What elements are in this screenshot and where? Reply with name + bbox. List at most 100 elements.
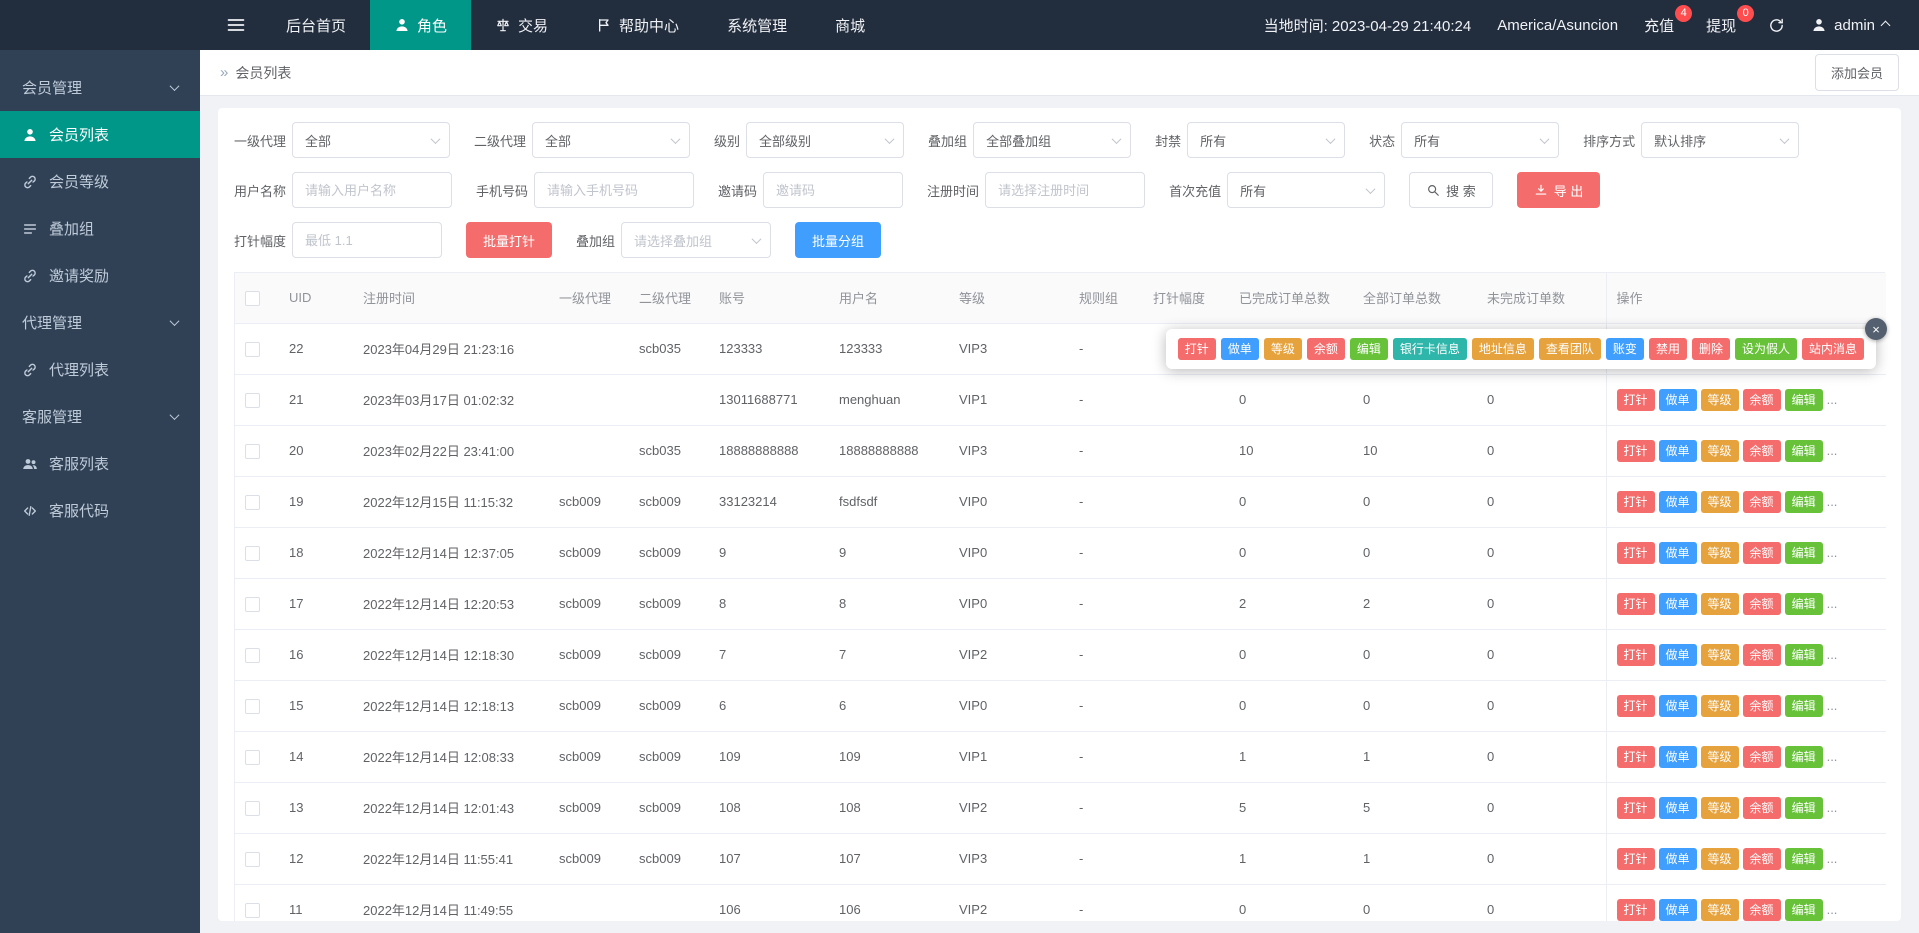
set-fake-button[interactable]: 设为假人 — [1734, 338, 1797, 360]
level-button[interactable]: 等级 — [1700, 388, 1739, 411]
balance-button[interactable]: 余额 — [1742, 592, 1781, 615]
balance-button[interactable]: 余额 — [1742, 490, 1781, 513]
edit-button[interactable]: 编辑 — [1784, 745, 1823, 768]
refresh-icon[interactable] — [1768, 17, 1785, 34]
row-checkbox[interactable] — [245, 749, 260, 765]
close-icon[interactable]: × — [1865, 318, 1887, 340]
balance-button[interactable]: 余额 — [1742, 439, 1781, 462]
balance-button[interactable]: 余额 — [1742, 694, 1781, 717]
needle-button[interactable]: 打针 — [1616, 388, 1655, 411]
agent1-filter[interactable]: 全部 — [292, 122, 451, 158]
needle-button[interactable]: 打针 — [1616, 541, 1655, 564]
more-actions[interactable]: ... — [1827, 545, 1838, 560]
delete-button[interactable]: 删除 — [1691, 338, 1730, 360]
edit-button[interactable]: 编辑 — [1784, 388, 1823, 411]
row-checkbox[interactable] — [245, 647, 260, 663]
recharge-link[interactable]: 充值 4 — [1644, 4, 1693, 36]
row-checkbox[interactable] — [245, 902, 260, 918]
select-all-checkbox[interactable] — [245, 290, 260, 306]
edit-button[interactable]: 编辑 — [1784, 694, 1823, 717]
row-checkbox[interactable] — [245, 851, 260, 867]
edit-button[interactable]: 编辑 — [1784, 592, 1823, 615]
needle-range-input[interactable] — [305, 232, 432, 248]
make-order-button[interactable]: 做单 — [1220, 338, 1259, 360]
edit-button[interactable]: 编辑 — [1784, 796, 1823, 819]
balance-button[interactable]: 余额 — [1742, 388, 1781, 411]
level-button[interactable]: 等级 — [1700, 796, 1739, 819]
make-order-button[interactable]: 做单 — [1658, 388, 1697, 411]
username-input[interactable] — [305, 182, 442, 198]
make-order-button[interactable]: 做单 — [1658, 592, 1697, 615]
needle-button[interactable]: 打针 — [1616, 643, 1655, 666]
more-actions[interactable]: ... — [1827, 749, 1838, 764]
sidebar-group-support-management[interactable]: 客服管理 — [0, 393, 200, 440]
make-order-button[interactable]: 做单 — [1658, 898, 1697, 921]
add-member-button[interactable]: 添加会员 — [1814, 54, 1899, 91]
more-actions[interactable]: ... — [1827, 800, 1838, 815]
row-checkbox[interactable] — [245, 341, 260, 357]
balance-button[interactable]: 余额 — [1742, 643, 1781, 666]
sidebar-item-agent-list[interactable]: 代理列表 — [0, 346, 200, 393]
edit-button[interactable]: 编辑 — [1784, 847, 1823, 870]
make-order-button[interactable]: 做单 — [1658, 541, 1697, 564]
row-checkbox[interactable] — [245, 800, 260, 816]
user-menu[interactable]: admin — [1811, 17, 1891, 34]
search-button[interactable]: 搜 索 — [1409, 172, 1493, 208]
balance-button[interactable]: 余额 — [1742, 745, 1781, 768]
sidebar-item-support-code[interactable]: 客服代码 — [0, 487, 200, 534]
reg-time-input[interactable] — [998, 182, 1135, 198]
edit-button[interactable]: 编辑 — [1784, 541, 1823, 564]
needle-button[interactable]: 打针 — [1616, 898, 1655, 921]
nav-item-trade[interactable]: 交易 — [471, 0, 572, 50]
nav-item-help-center[interactable]: 帮助中心 — [572, 0, 703, 50]
first-recharge-filter[interactable]: 所有 — [1227, 172, 1386, 208]
view-team-button[interactable]: 查看团队 — [1538, 338, 1601, 360]
sidebar-toggle-icon[interactable] — [210, 0, 262, 50]
row-checkbox[interactable] — [245, 392, 260, 408]
needle-button[interactable]: 打针 — [1616, 847, 1655, 870]
level-button[interactable]: 等级 — [1700, 643, 1739, 666]
sort-filter[interactable]: 默认排序 — [1641, 122, 1800, 158]
batch-group-button[interactable]: 批量分组 — [795, 222, 882, 258]
edit-button[interactable]: 编辑 — [1784, 643, 1823, 666]
export-button[interactable]: 导 出 — [1516, 172, 1601, 208]
nav-item-system-management[interactable]: 系统管理 — [703, 0, 811, 50]
level-button[interactable]: 等级 — [1700, 847, 1739, 870]
make-order-button[interactable]: 做单 — [1658, 694, 1697, 717]
edit-button[interactable]: 编辑 — [1784, 898, 1823, 921]
level-button[interactable]: 等级 — [1700, 490, 1739, 513]
needle-button[interactable]: 打针 — [1616, 745, 1655, 768]
balance-button[interactable]: 余额 — [1742, 898, 1781, 921]
sidebar-item-stack-group[interactable]: 叠加组 — [0, 205, 200, 252]
balance-button[interactable]: 余额 — [1742, 847, 1781, 870]
site-message-button[interactable]: 站内消息 — [1801, 338, 1864, 360]
more-actions[interactable]: ... — [1827, 596, 1838, 611]
level-button[interactable]: 等级 — [1700, 745, 1739, 768]
sidebar-group-agent-management[interactable]: 代理管理 — [0, 299, 200, 346]
needle-button[interactable]: 打针 — [1616, 796, 1655, 819]
more-actions[interactable]: ... — [1827, 494, 1838, 509]
nav-item-role[interactable]: 角色 — [370, 0, 472, 50]
needle-button[interactable]: 打针 — [1177, 338, 1216, 360]
level-filter[interactable]: 全部级别 — [746, 122, 905, 158]
level-button[interactable]: 等级 — [1700, 439, 1739, 462]
more-actions[interactable]: ... — [1827, 443, 1838, 458]
row-checkbox[interactable] — [245, 698, 260, 714]
sidebar-item-invite-reward[interactable]: 邀请奖励 — [0, 252, 200, 299]
balance-button[interactable]: 余额 — [1306, 338, 1345, 360]
edit-button[interactable]: 编辑 — [1349, 338, 1388, 360]
balance-button[interactable]: 余额 — [1742, 541, 1781, 564]
row-checkbox[interactable] — [245, 494, 260, 510]
make-order-button[interactable]: 做单 — [1658, 745, 1697, 768]
phone-input[interactable] — [547, 182, 684, 198]
row-checkbox[interactable] — [245, 596, 260, 612]
make-order-button[interactable]: 做单 — [1658, 643, 1697, 666]
make-order-button[interactable]: 做单 — [1658, 490, 1697, 513]
withdraw-link[interactable]: 提现 0 — [1706, 4, 1755, 36]
more-actions[interactable]: ... — [1827, 902, 1838, 917]
status-filter[interactable]: 所有 — [1401, 122, 1560, 158]
needle-button[interactable]: 打针 — [1616, 592, 1655, 615]
ban-filter[interactable]: 所有 — [1187, 122, 1346, 158]
row-checkbox[interactable] — [245, 545, 260, 561]
address-info-button[interactable]: 地址信息 — [1471, 338, 1534, 360]
